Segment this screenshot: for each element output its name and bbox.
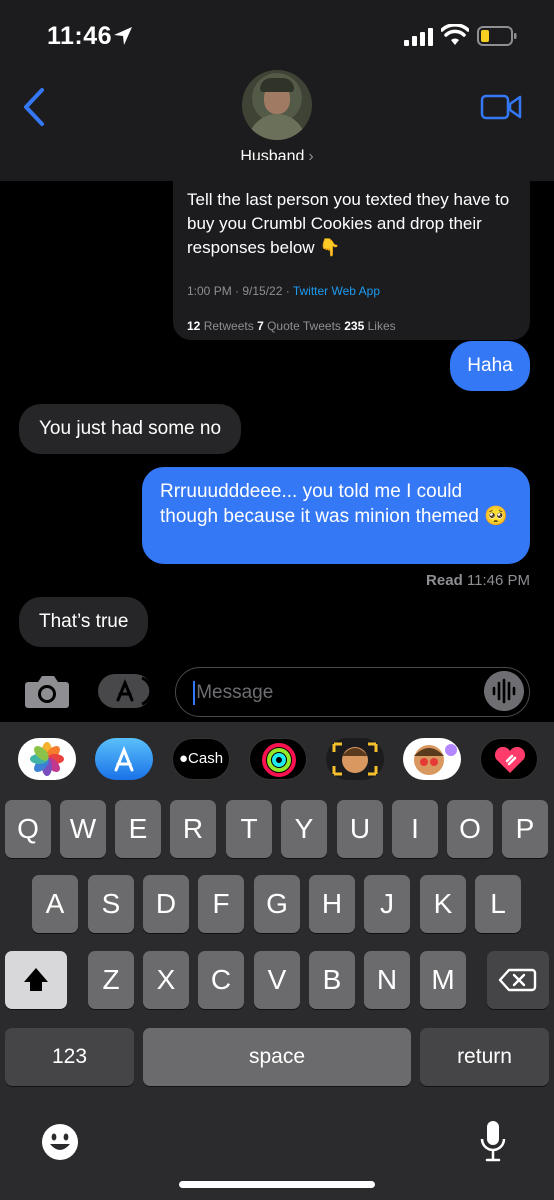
key-v[interactable]: V <box>254 951 300 1009</box>
app-store-drawer-button[interactable] <box>98 674 153 708</box>
key-e[interactable]: E <box>115 800 161 858</box>
key-a[interactable]: A <box>32 875 78 933</box>
key-n[interactable]: N <box>364 951 410 1009</box>
read-receipt: Read 11:46 PM <box>426 572 530 589</box>
key-b[interactable]: B <box>309 951 355 1009</box>
tweet-link-preview[interactable]: Tell the last person you texted they hav… <box>173 160 530 340</box>
status-time: 11:46 <box>47 22 113 50</box>
location-arrow-icon <box>114 27 132 45</box>
app-store-icon <box>116 676 153 706</box>
key-x[interactable]: X <box>143 951 189 1009</box>
tweet-source-link[interactable]: Twitter Web App <box>293 284 380 298</box>
key-i[interactable]: I <box>392 800 438 858</box>
photos-app-icon[interactable] <box>18 738 76 780</box>
cellular-signal-icon <box>404 28 433 46</box>
key-j[interactable]: J <box>364 875 410 933</box>
key-u[interactable]: U <box>337 800 383 858</box>
apple-cash-app-icon[interactable]: ●Cash <box>172 738 230 780</box>
tweet-text: Tell the last person you texted they hav… <box>187 190 510 257</box>
key-c[interactable]: C <box>198 951 244 1009</box>
key-o[interactable]: O <box>447 800 493 858</box>
key-p[interactable]: P <box>502 800 548 858</box>
tweet-timestamp: 1:00 PM · 9/15/22 · Twitter Web App <box>187 284 380 298</box>
facetime-video-button[interactable] <box>480 92 522 122</box>
memoji-stickers-app-icon[interactable] <box>403 738 461 780</box>
tweet-stats: 12 Retweets 7 Quote Tweets 235 Likes <box>187 319 396 333</box>
return-key[interactable]: return <box>420 1028 549 1086</box>
key-r[interactable]: R <box>170 800 216 858</box>
memoji-app-icon[interactable] <box>326 738 384 780</box>
message-input[interactable] <box>192 680 472 706</box>
key-s[interactable]: S <box>88 875 134 933</box>
message-bubble-received[interactable]: That’s true <box>19 597 149 647</box>
key-y[interactable]: Y <box>281 800 327 858</box>
key-k[interactable]: K <box>420 875 466 933</box>
app-store-app-icon[interactable] <box>95 738 153 780</box>
key-l[interactable]: L <box>475 875 521 933</box>
digital-touch-app-icon[interactable] <box>480 738 538 780</box>
battery-icon <box>477 26 517 46</box>
key-q[interactable]: Q <box>5 800 51 858</box>
key-t[interactable]: T <box>226 800 272 858</box>
space-key[interactable]: space <box>143 1028 411 1086</box>
key-f[interactable]: F <box>198 875 244 933</box>
message-bubble-sent[interactable]: Rrruuudddeee... you told me I could thou… <box>142 467 530 564</box>
dictation-microphone-icon[interactable] <box>478 1119 508 1165</box>
audio-message-button[interactable] <box>484 671 524 711</box>
key-h[interactable]: H <box>309 875 355 933</box>
camera-icon[interactable] <box>24 672 70 710</box>
emoji-icon[interactable] <box>40 1122 80 1162</box>
message-bubble-received[interactable]: You just had some no <box>19 404 242 454</box>
backspace-icon <box>498 968 537 992</box>
shift-arrow-icon <box>24 968 48 991</box>
apple-logo-icon: ● <box>178 750 189 767</box>
key-m[interactable]: M <box>420 951 466 1009</box>
shift-key[interactable] <box>5 951 67 1009</box>
back-button[interactable] <box>18 86 48 128</box>
message-bubble-sent[interactable]: Haha <box>450 341 530 391</box>
delete-key[interactable] <box>487 951 549 1009</box>
conversation-header: 11:46 Husband › <box>0 0 554 181</box>
message-input-container[interactable] <box>175 667 530 717</box>
key-z[interactable]: Z <box>88 951 134 1009</box>
key-w[interactable]: W <box>60 800 106 858</box>
contact-avatar[interactable] <box>242 70 312 140</box>
key-d[interactable]: D <box>143 875 189 933</box>
text-cursor <box>193 681 195 705</box>
wifi-icon <box>441 24 469 45</box>
numbers-key[interactable]: 123 <box>5 1028 134 1086</box>
home-indicator[interactable] <box>179 1181 375 1188</box>
activity-app-icon[interactable] <box>249 738 307 780</box>
key-g[interactable]: G <box>254 875 300 933</box>
